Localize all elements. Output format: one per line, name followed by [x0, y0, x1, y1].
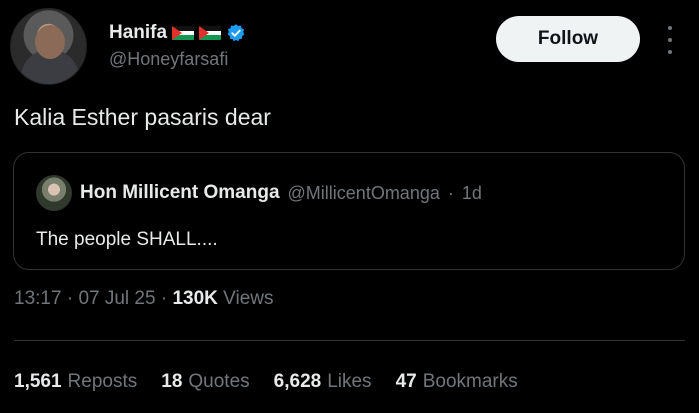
follow-button[interactable]: Follow: [496, 16, 640, 62]
tweet-meta: 13:17 · 07 Jul 25 · 130K Views: [14, 288, 274, 310]
more-options-icon[interactable]: [660, 26, 680, 54]
quoted-tweet[interactable]: Hon Millicent Omanga @MillicentOmanga · …: [13, 152, 685, 270]
reposts-count: 1,561: [14, 371, 62, 392]
tweet-text: Kalia Esther pasaris dear: [14, 104, 271, 130]
quoted-tweet-header: Hon Millicent Omanga @MillicentOmanga · …: [36, 175, 482, 211]
quoted-author-avatar: [36, 175, 72, 211]
bookmarks-label: Bookmarks: [422, 371, 518, 392]
display-name-row: Hanifa: [109, 20, 246, 46]
tweet-date[interactable]: 07 Jul 25: [78, 288, 155, 309]
quotes-count: 18: [161, 371, 183, 392]
author-avatar[interactable]: [10, 8, 87, 85]
tweet-header: Hanifa @Honeyfarsafi Follow: [10, 8, 690, 88]
engagement-stats: 1,561 Reposts 18 Quotes 6,628 Likes 47 B…: [14, 371, 518, 393]
stat-reposts[interactable]: 1,561 Reposts: [14, 371, 137, 393]
views-count: 130K: [172, 288, 218, 309]
likes-label: Likes: [327, 371, 372, 392]
quoted-separator: ·: [447, 182, 454, 203]
palestine-flag-icon: [199, 26, 222, 40]
stat-likes[interactable]: 6,628 Likes: [274, 371, 372, 393]
author-display-name[interactable]: Hanifa: [109, 22, 167, 44]
likes-count: 6,628: [273, 371, 322, 392]
meta-separator: ·: [66, 288, 74, 309]
divider: [14, 340, 685, 341]
quoted-age: 1d: [461, 182, 482, 203]
bookmarks-count: 47: [395, 371, 417, 392]
quoted-tweet-text: The people SHALL....: [36, 229, 218, 250]
stat-bookmarks[interactable]: 47 Bookmarks: [396, 371, 518, 393]
quoted-author-name: Hon Millicent Omanga: [80, 182, 280, 203]
verified-badge-icon: [227, 24, 245, 42]
palestine-flag-icon: [172, 26, 195, 40]
stat-quotes[interactable]: 18 Quotes: [161, 371, 249, 393]
meta-separator: ·: [160, 288, 168, 309]
reposts-label: Reposts: [67, 371, 138, 392]
views-label: Views: [223, 288, 274, 309]
tweet-time[interactable]: 13:17: [14, 288, 62, 309]
author-handle[interactable]: @Honeyfarsafi: [109, 49, 246, 70]
quotes-label: Quotes: [188, 371, 250, 392]
avatar-face-shape: [35, 25, 65, 59]
quoted-author-handle: @MillicentOmanga: [287, 182, 440, 203]
author-names: Hanifa @Honeyfarsafi: [109, 20, 246, 70]
